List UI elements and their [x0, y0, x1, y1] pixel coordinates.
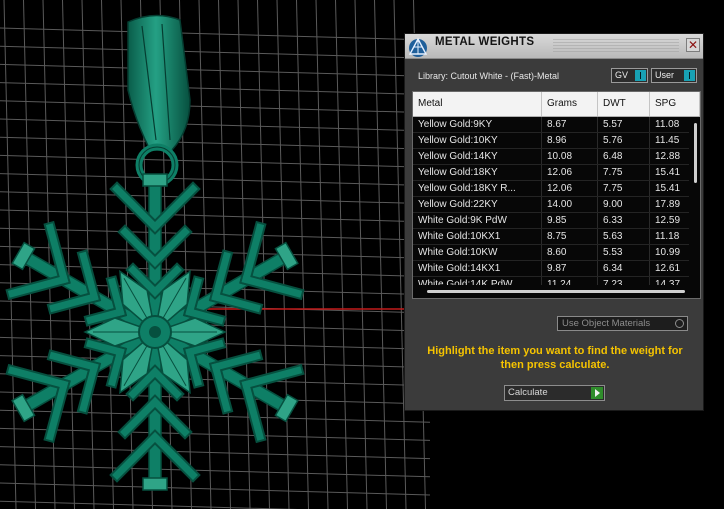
cell-metal: Yellow Gold:9KY — [413, 117, 542, 132]
metal-weights-panel: METAL WEIGHTS ✕ Library: Cutout White - … — [404, 33, 704, 411]
cell-metal: White Gold:9K PdW — [413, 213, 542, 228]
cell-grams: 8.60 — [542, 245, 598, 260]
cell-metal: Yellow Gold:14KY — [413, 149, 542, 164]
table-row[interactable]: Yellow Gold:22KY 14.00 9.00 17.89 — [413, 197, 700, 213]
cell-grams: 8.67 — [542, 117, 598, 132]
cell-metal: Yellow Gold:18KY R... — [413, 181, 542, 196]
library-label: Library: Cutout White - (Fast)-Metal — [418, 71, 560, 81]
instruction-text: Highlight the item you want to find the … — [427, 345, 683, 371]
table-header: Metal Grams DWT SPG — [413, 92, 700, 117]
use-object-materials-label: Use Object Materials — [562, 318, 651, 329]
cell-grams: 9.87 — [542, 261, 598, 276]
titlebar-grip — [553, 39, 679, 52]
close-icon: ✕ — [687, 38, 699, 52]
cell-dwt: 7.75 — [598, 165, 650, 180]
cell-grams: 9.85 — [542, 213, 598, 228]
cell-grams: 8.96 — [542, 133, 598, 148]
toggle-knob-icon — [635, 70, 646, 81]
cell-grams: 10.08 — [542, 149, 598, 164]
user-toggle-label: User — [655, 70, 675, 80]
cell-dwt: 9.00 — [598, 197, 650, 212]
table-row[interactable]: Yellow Gold:14KY 10.08 6.48 12.88 — [413, 149, 700, 165]
cell-grams: 14.00 — [542, 197, 598, 212]
cell-dwt: 6.48 — [598, 149, 650, 164]
cell-metal: Yellow Gold:18KY — [413, 165, 542, 180]
cell-dwt: 5.76 — [598, 133, 650, 148]
radio-icon — [675, 319, 684, 328]
cell-grams: 8.75 — [542, 229, 598, 244]
cell-metal: Yellow Gold:22KY — [413, 197, 542, 212]
cell-metal: White Gold:10KW — [413, 245, 542, 260]
cell-dwt: 6.33 — [598, 213, 650, 228]
gv-toggle[interactable]: GV — [611, 68, 648, 83]
table-row[interactable]: White Gold:10KW 8.60 5.53 10.99 — [413, 245, 700, 261]
use-object-materials-option[interactable]: Use Object Materials — [557, 316, 688, 331]
snowflake-pendant[interactable] — [0, 14, 311, 491]
close-button[interactable]: ✕ — [686, 38, 700, 52]
cell-metal: Yellow Gold:10KY — [413, 133, 542, 148]
column-header-spg[interactable]: SPG — [650, 92, 700, 116]
play-arrow-icon — [591, 387, 603, 399]
table-row[interactable]: White Gold:10KX1 8.75 5.63 11.18 — [413, 229, 700, 245]
cell-grams: 12.06 — [542, 165, 598, 180]
cell-dwt: 7.75 — [598, 181, 650, 196]
horizontal-scroll-thumb[interactable] — [427, 290, 685, 293]
gv-toggle-label: GV — [615, 70, 629, 80]
calculate-label: Calculate — [508, 387, 548, 398]
cell-metal: White Gold:14KX1 — [413, 261, 542, 276]
table-row[interactable]: Yellow Gold:18KY 12.06 7.75 15.41 — [413, 165, 700, 181]
horizontal-scrollbar[interactable] — [413, 285, 700, 298]
cell-dwt: 6.34 — [598, 261, 650, 276]
cell-dwt: 5.53 — [598, 245, 650, 260]
user-toggle[interactable]: User — [651, 68, 697, 83]
cell-metal: White Gold:10KX1 — [413, 229, 542, 244]
metal-weights-logo-icon — [408, 37, 428, 57]
table-body: Yellow Gold:9KY 8.67 5.57 11.08 Yellow Gold… — [413, 117, 700, 293]
table-row[interactable]: Yellow Gold:18KY R... 12.06 7.75 15.41 — [413, 181, 700, 197]
cell-dwt: 5.63 — [598, 229, 650, 244]
table-row[interactable]: Yellow Gold:9KY 8.67 5.57 11.08 — [413, 117, 700, 133]
table-row[interactable]: White Gold:14KX1 9.87 6.34 12.61 — [413, 261, 700, 277]
cell-dwt: 5.57 — [598, 117, 650, 132]
vertical-scroll-thumb[interactable] — [694, 123, 697, 183]
column-header-grams[interactable]: Grams — [542, 92, 598, 116]
panel-titlebar[interactable]: METAL WEIGHTS ✕ — [405, 34, 703, 59]
calculate-button[interactable]: Calculate — [504, 385, 605, 401]
table-row[interactable]: White Gold:9K PdW 9.85 6.33 12.59 — [413, 213, 700, 229]
panel-title: METAL WEIGHTS — [435, 36, 535, 48]
toggle-knob-icon — [684, 70, 695, 81]
vertical-scrollbar[interactable] — [691, 117, 700, 285]
column-header-metal[interactable]: Metal — [413, 92, 542, 116]
column-header-dwt[interactable]: DWT — [598, 92, 650, 116]
table-row[interactable]: Yellow Gold:10KY 8.96 5.76 11.45 — [413, 133, 700, 149]
metal-table: Metal Grams DWT SPG Yellow Gold:9KY 8.67 5… — [412, 91, 701, 299]
cell-grams: 12.06 — [542, 181, 598, 196]
